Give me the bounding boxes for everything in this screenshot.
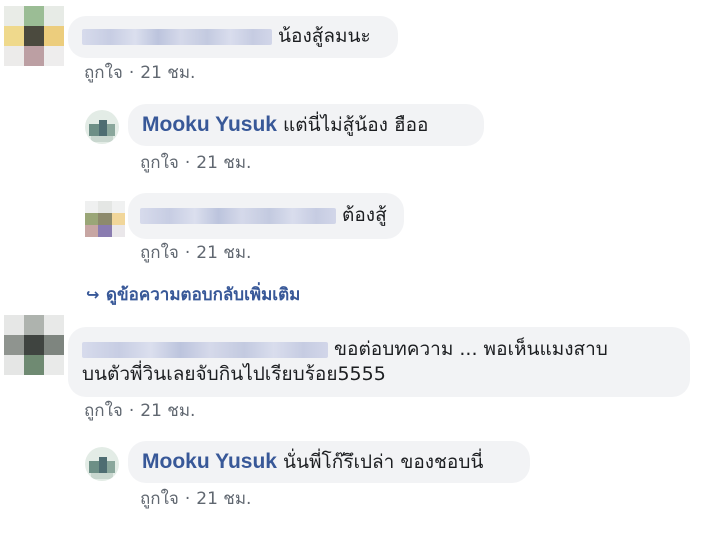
comment-actions: ถูกใจ · 21 ชม. <box>140 243 251 263</box>
reply-bubble: Mooku Yusuk แต่นี่ไม่สู้น้อง ฮืออ <box>128 104 484 146</box>
author-link[interactable]: Mooku Yusuk <box>142 113 277 136</box>
reply-arrow-icon: ↪ <box>86 285 100 304</box>
like-link[interactable]: ถูกใจ <box>84 63 123 83</box>
time-separator: · <box>184 489 191 509</box>
comment-actions: ถูกใจ · 21 ชม. <box>140 153 251 173</box>
blurred-name <box>82 341 328 358</box>
comment-actions: ถูกใจ · 21 ชม. <box>84 401 195 421</box>
time-separator: · <box>184 153 191 173</box>
blurred-name <box>140 207 336 224</box>
time-separator: · <box>128 63 135 83</box>
like-link[interactable]: ถูกใจ <box>140 153 179 173</box>
like-link[interactable]: ถูกใจ <box>84 401 123 421</box>
comment-actions: ถูกใจ · 21 ชม. <box>84 63 195 83</box>
view-more-replies-label: ดูข้อความตอบกลับเพิ่มเติม <box>106 285 301 305</box>
timestamp[interactable]: 21 ชม. <box>196 153 251 173</box>
comment-text: แต่นี่ไม่สู้น้อง ฮืออ <box>283 114 429 136</box>
like-link[interactable]: ถูกใจ <box>140 489 179 509</box>
timestamp[interactable]: 21 ชม. <box>140 63 195 83</box>
avatar[interactable] <box>4 315 64 375</box>
reply-bubble: Mooku Yusuk นั่นพี่โก๊รึเปล่า ของชอบนี่ <box>128 441 530 483</box>
avatar[interactable] <box>85 110 119 144</box>
comment-text-line1: ขอต่อบทความ ... พอเห็นแมงสาบ <box>334 338 608 360</box>
blurred-name <box>82 28 272 45</box>
comment-actions: ถูกใจ · 21 ชม. <box>140 489 251 509</box>
comment-bubble: ขอต่อบทความ ... พอเห็นแมงสาบ บนตัวพี่วิน… <box>68 327 690 397</box>
comment-text-line2: บนตัวพี่วินเลยจับกินไปเรียบร้อย5555 <box>82 363 386 385</box>
time-separator: · <box>184 243 191 263</box>
view-more-replies-link[interactable]: ↪ ดูข้อความตอบกลับเพิ่มเติม <box>86 284 300 306</box>
comment-text: นั่นพี่โก๊รึเปล่า ของชอบนี่ <box>283 451 484 473</box>
comment-text: น้องสู้ลมนะ <box>278 25 371 47</box>
author-link[interactable]: Mooku Yusuk <box>142 450 277 473</box>
reply-bubble: ต้องสู้ <box>128 193 404 239</box>
like-link[interactable]: ถูกใจ <box>140 243 179 263</box>
time-separator: · <box>128 401 135 421</box>
timestamp[interactable]: 21 ชม. <box>196 489 251 509</box>
timestamp[interactable]: 21 ชม. <box>140 401 195 421</box>
avatar[interactable] <box>4 6 64 66</box>
avatar[interactable] <box>85 447 119 481</box>
comment-text: ต้องสู้ <box>342 204 387 226</box>
comment-bubble: น้องสู้ลมนะ <box>68 16 398 58</box>
timestamp[interactable]: 21 ชม. <box>196 243 251 263</box>
avatar[interactable] <box>85 201 125 237</box>
